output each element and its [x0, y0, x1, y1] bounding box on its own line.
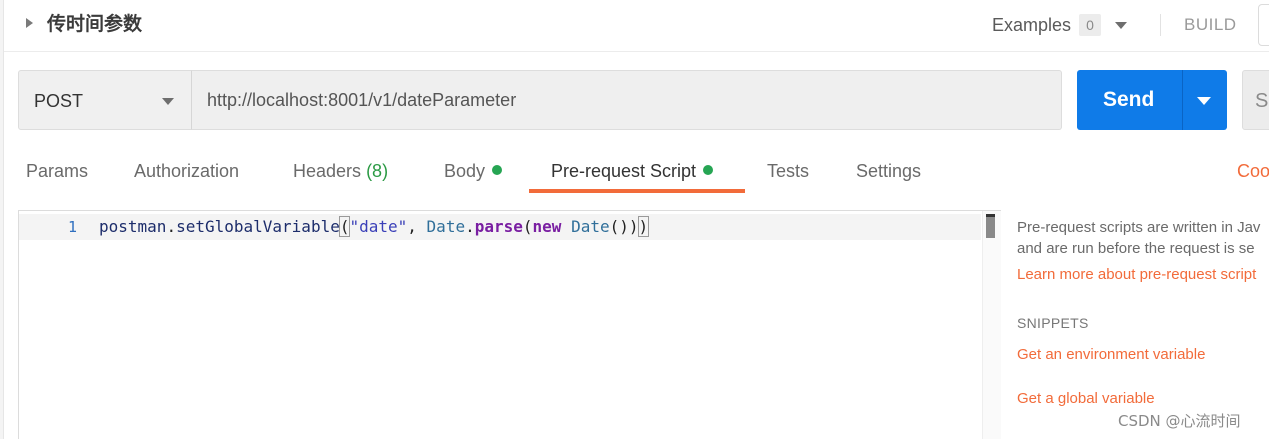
tab-body[interactable]: Body [444, 158, 503, 184]
code-line[interactable]: postman.setGlobalVariable("date", Date.p… [99, 216, 650, 238]
save-label: Sa [1255, 90, 1269, 112]
send-split-divider [1182, 70, 1183, 130]
tab-settings[interactable]: Settings [856, 158, 921, 184]
tab-params[interactable]: Params [26, 158, 88, 184]
method-select[interactable]: POST [18, 70, 192, 130]
send-label: Send [1103, 88, 1155, 111]
info-line: Pre-request scripts are written in Jav [1017, 219, 1261, 236]
build-mode-button[interactable]: BUILD [1184, 13, 1237, 37]
code-token: setGlobalVariable [176, 217, 340, 236]
tab-pre-request-script[interactable]: Pre-request Script [551, 158, 714, 184]
code-token: () [609, 217, 629, 236]
headers-count: (8) [366, 161, 389, 181]
script-editor[interactable]: 1 postman.setGlobalVariable("date", Date… [18, 210, 1001, 439]
send-options-chevron-icon[interactable] [1197, 97, 1211, 105]
code-token: parse [474, 217, 523, 236]
cookies-link[interactable]: Coo [1237, 158, 1269, 184]
code-token: ( [522, 217, 533, 236]
caret-right-icon[interactable] [26, 18, 33, 28]
code-token: . [465, 217, 475, 236]
tab-label: Tests [767, 161, 810, 181]
save-button[interactable]: Sa [1242, 70, 1269, 130]
tab-label: Settings [856, 161, 922, 181]
method-label: POST [34, 91, 84, 111]
editor-scrollbar-thumb[interactable] [986, 214, 995, 238]
chevron-down-icon[interactable] [1115, 21, 1128, 29]
code-token-string: "date" [349, 217, 408, 236]
code-token-keyword: new [532, 217, 562, 236]
editor-scrollbar[interactable] [982, 211, 1001, 439]
info-description: Pre-request scripts are written in Jav a… [1017, 217, 1269, 259]
snippets-panel: Pre-request scripts are written in Jav a… [1002, 210, 1269, 439]
code-token: . [166, 217, 177, 236]
status-dot-icon [492, 165, 503, 175]
learn-more-link[interactable]: Learn more about pre-request script [1017, 264, 1256, 285]
code-token: Date [571, 217, 610, 236]
examples-dropdown[interactable]: Examples 0 [992, 12, 1128, 38]
examples-label: Examples [992, 15, 1072, 35]
chevron-down-icon [162, 98, 174, 105]
tab-label: Body [444, 161, 486, 181]
tab-label: Params [26, 161, 89, 181]
line-number: 1 [67, 218, 77, 236]
active-tab-indicator [529, 189, 745, 193]
tab-tests[interactable]: Tests [767, 158, 809, 184]
header-divider [1160, 14, 1161, 36]
status-dot-icon [703, 165, 714, 175]
tab-label: Pre-request Script [551, 161, 697, 181]
tab-headers[interactable]: Headers (8) [293, 158, 388, 184]
examples-count-badge: 0 [1079, 14, 1102, 36]
snippets-heading: SNIPPETS [1017, 315, 1089, 331]
tab-label: Headers [293, 161, 362, 181]
snippet-get-environment-variable[interactable]: Get an environment variable [1017, 344, 1205, 365]
info-line: and are run before the request is se [1017, 240, 1255, 257]
code-token: postman [99, 217, 167, 236]
watermark: CSDN @心流时间 [1118, 412, 1241, 430]
code-token: Date [426, 217, 466, 236]
request-title[interactable]: 传时间参数 [47, 11, 142, 37]
mode-toggle-button[interactable] [1258, 4, 1269, 46]
url-input[interactable] [191, 70, 1062, 130]
tab-authorization[interactable]: Authorization [134, 158, 239, 184]
tab-label: Authorization [134, 161, 240, 181]
code-token: ) [628, 217, 639, 236]
code-token: , [407, 217, 427, 236]
snippet-get-global-variable[interactable]: Get a global variable [1017, 388, 1155, 409]
code-token-matched-bracket: ) [637, 216, 650, 237]
request-header-bar: 传时间参数 Examples 0 BUILD [4, 0, 1269, 52]
send-button[interactable]: Send [1077, 70, 1227, 130]
left-gutter [0, 0, 4, 439]
